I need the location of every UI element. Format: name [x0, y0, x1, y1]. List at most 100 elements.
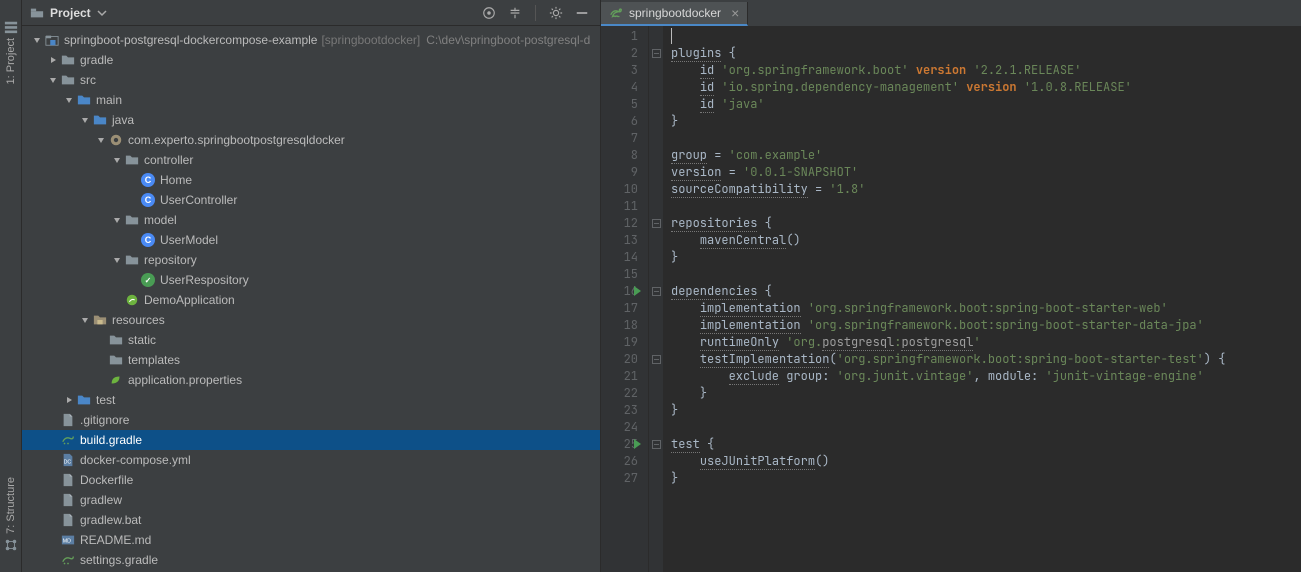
- code-line[interactable]: exclude group: 'org.junit.vintage', modu…: [671, 368, 1301, 385]
- code-line[interactable]: mavenCentral(): [671, 232, 1301, 249]
- line-number[interactable]: 1: [605, 28, 638, 45]
- line-number[interactable]: 21: [605, 368, 638, 385]
- line-number[interactable]: 17: [605, 300, 638, 317]
- fold-minus-icon[interactable]: [652, 440, 661, 449]
- left-stripe-project-button[interactable]: 1: Project: [4, 20, 18, 84]
- line-number[interactable]: 18: [605, 317, 638, 334]
- code-line[interactable]: implementation 'org.springframework.boot…: [671, 317, 1301, 334]
- line-number[interactable]: 7: [605, 130, 638, 147]
- tree-test[interactable]: test: [22, 390, 600, 410]
- tree-gradle[interactable]: gradle: [22, 50, 600, 70]
- fold-cell[interactable]: [649, 402, 663, 419]
- tree-readme[interactable]: MDREADME.md: [22, 530, 600, 550]
- fold-cell[interactable]: [649, 45, 663, 62]
- line-number[interactable]: 19: [605, 334, 638, 351]
- line-number[interactable]: 26: [605, 453, 638, 470]
- tree-usercontroller[interactable]: CUserController: [22, 190, 600, 210]
- line-number[interactable]: 14: [605, 249, 638, 266]
- line-number[interactable]: 16: [605, 283, 638, 300]
- close-icon[interactable]: ×: [731, 6, 739, 20]
- fold-minus-icon[interactable]: [652, 219, 661, 228]
- line-number[interactable]: 23: [605, 402, 638, 419]
- code-line[interactable]: }: [671, 113, 1301, 130]
- tree-demoapp[interactable]: DemoApplication: [22, 290, 600, 310]
- fold-cell[interactable]: [649, 113, 663, 130]
- code-line[interactable]: [671, 266, 1301, 283]
- line-number[interactable]: 3: [605, 62, 638, 79]
- code-line[interactable]: sourceCompatibility = '1.8': [671, 181, 1301, 198]
- code-line[interactable]: [671, 198, 1301, 215]
- code-line[interactable]: implementation 'org.springframework.boot…: [671, 300, 1301, 317]
- code-line[interactable]: plugins {: [671, 45, 1301, 62]
- fold-cell[interactable]: [649, 385, 663, 402]
- fold-cell[interactable]: [649, 470, 663, 487]
- tree-root[interactable]: springboot-postgresql-dockercompose-exam…: [22, 30, 600, 50]
- line-number[interactable]: 15: [605, 266, 638, 283]
- code-line[interactable]: [671, 130, 1301, 147]
- line-number[interactable]: 5: [605, 96, 638, 113]
- tree-settingsgradle[interactable]: settings.gradle: [22, 550, 600, 570]
- tree-src[interactable]: src: [22, 70, 600, 90]
- code-line[interactable]: useJUnitPlatform(): [671, 453, 1301, 470]
- tree-appprops[interactable]: application.properties: [22, 370, 600, 390]
- tree-gitignore[interactable]: .gitignore: [22, 410, 600, 430]
- line-number[interactable]: 25: [605, 436, 638, 453]
- line-number[interactable]: 27: [605, 470, 638, 487]
- line-number[interactable]: 6: [605, 113, 638, 130]
- code-line[interactable]: id 'org.springframework.boot' version '2…: [671, 62, 1301, 79]
- panel-settings-button[interactable]: [546, 3, 566, 23]
- code-line[interactable]: [671, 28, 1301, 45]
- tree-buildgradle[interactable]: build.gradle: [22, 430, 600, 450]
- editor-code[interactable]: plugins { id 'org.springframework.boot' …: [663, 26, 1301, 572]
- line-number[interactable]: 8: [605, 147, 638, 164]
- code-line[interactable]: id 'java': [671, 96, 1301, 113]
- code-line[interactable]: }: [671, 470, 1301, 487]
- left-stripe-structure-button[interactable]: 7: Structure: [4, 477, 18, 552]
- fold-cell[interactable]: [649, 249, 663, 266]
- run-gutter-icon[interactable]: [634, 439, 641, 449]
- tree-main[interactable]: main: [22, 90, 600, 110]
- chevron-down-icon[interactable]: [97, 8, 107, 18]
- tree-resources[interactable]: resources: [22, 310, 600, 330]
- tree-java[interactable]: java: [22, 110, 600, 130]
- line-number[interactable]: 10: [605, 181, 638, 198]
- tree-userrepository[interactable]: ✓UserRespository: [22, 270, 600, 290]
- code-line[interactable]: repositories {: [671, 215, 1301, 232]
- code-line[interactable]: test {: [671, 436, 1301, 453]
- tree-static[interactable]: static: [22, 330, 600, 350]
- code-line[interactable]: }: [671, 249, 1301, 266]
- line-number[interactable]: 22: [605, 385, 638, 402]
- tree-home[interactable]: CHome: [22, 170, 600, 190]
- code-line[interactable]: id 'io.spring.dependency-management' ver…: [671, 79, 1301, 96]
- tree-repository[interactable]: repository: [22, 250, 600, 270]
- fold-minus-icon[interactable]: [652, 355, 661, 364]
- line-number[interactable]: 24: [605, 419, 638, 436]
- line-number[interactable]: 11: [605, 198, 638, 215]
- line-number[interactable]: 20: [605, 351, 638, 368]
- fold-cell[interactable]: [649, 351, 663, 368]
- code-line[interactable]: version = '0.0.1-SNAPSHOT': [671, 164, 1301, 181]
- tree-dockercompose[interactable]: DCdocker-compose.yml: [22, 450, 600, 470]
- code-line[interactable]: dependencies {: [671, 283, 1301, 300]
- fold-cell[interactable]: [649, 436, 663, 453]
- line-number[interactable]: 9: [605, 164, 638, 181]
- tree-package[interactable]: com.experto.springbootpostgresqldocker: [22, 130, 600, 150]
- fold-cell[interactable]: [649, 215, 663, 232]
- tree-usermodel[interactable]: CUserModel: [22, 230, 600, 250]
- code-line[interactable]: testImplementation('org.springframework.…: [671, 351, 1301, 368]
- tree-templates[interactable]: templates: [22, 350, 600, 370]
- code-line[interactable]: }: [671, 402, 1301, 419]
- collapse-all-button[interactable]: [505, 3, 525, 23]
- tree-model[interactable]: model: [22, 210, 600, 230]
- project-tree[interactable]: springboot-postgresql-dockercompose-exam…: [22, 26, 600, 572]
- editor-tab-springbootdocker[interactable]: springbootdocker ×: [601, 2, 748, 26]
- editor-fold-column[interactable]: [649, 26, 663, 572]
- code-line[interactable]: runtimeOnly 'org.postgresql:postgresql': [671, 334, 1301, 351]
- fold-minus-icon[interactable]: [652, 49, 661, 58]
- code-line[interactable]: }: [671, 385, 1301, 402]
- select-opened-file-button[interactable]: [479, 3, 499, 23]
- tree-controller[interactable]: controller: [22, 150, 600, 170]
- editor-gutter[interactable]: 1234567891011121314151617181920212223242…: [601, 26, 649, 572]
- tree-dockerfile[interactable]: Dockerfile: [22, 470, 600, 490]
- line-number[interactable]: 4: [605, 79, 638, 96]
